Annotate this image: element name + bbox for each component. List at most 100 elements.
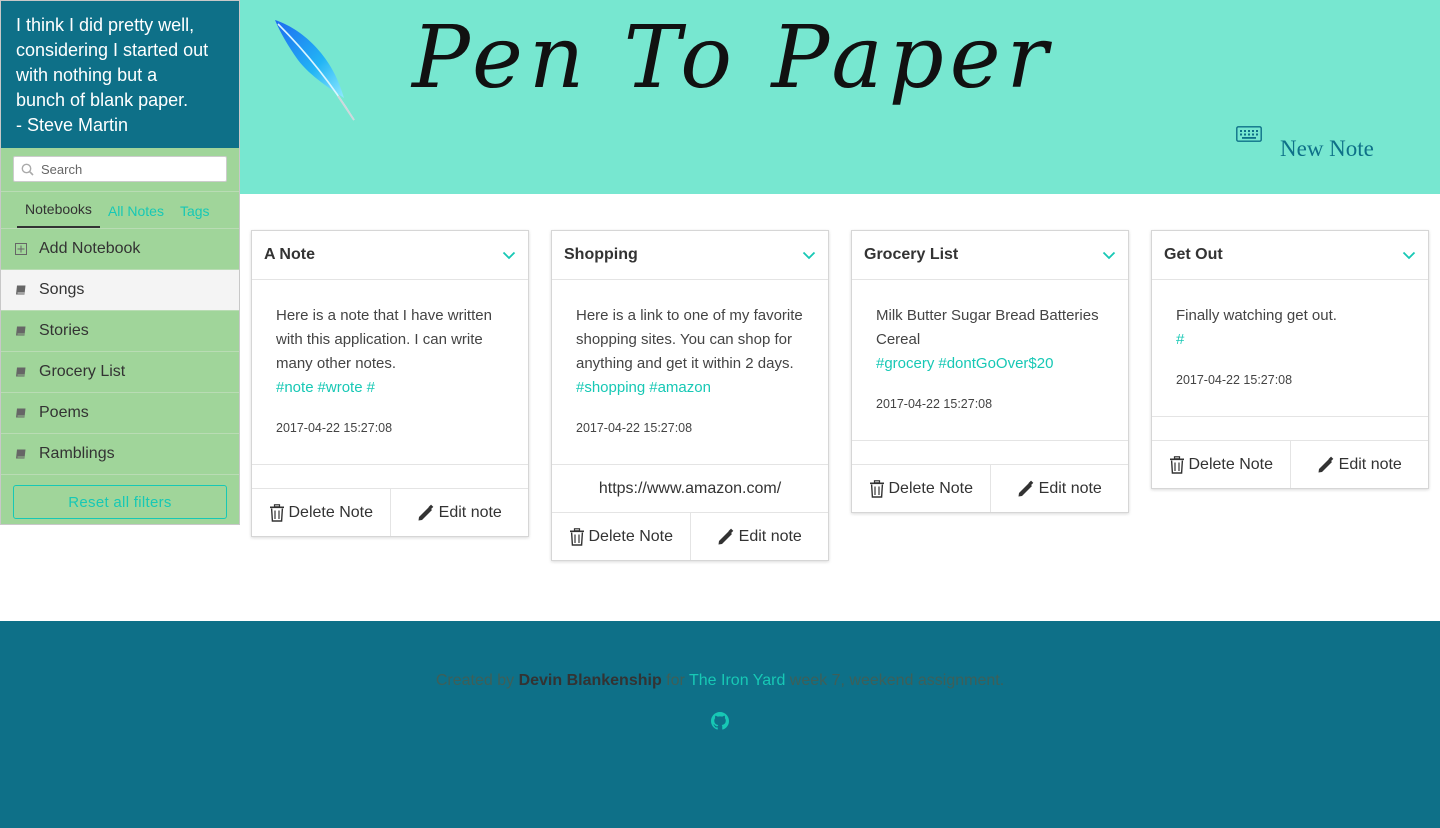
divider — [252, 464, 528, 488]
tab-all-notes[interactable]: All Notes — [100, 203, 172, 228]
new-note-label: New Note — [1280, 136, 1374, 161]
tag-link[interactable]: #wrote — [318, 379, 363, 396]
note-text: Finally watching get out. — [1176, 307, 1337, 324]
edit-note-button[interactable]: Edit note — [689, 513, 829, 560]
search-icon — [21, 163, 34, 176]
note-actions: Delete Note Edit note — [552, 512, 828, 560]
sidebar-item-label: Ramblings — [39, 445, 115, 462]
sidebar-item-label: Poems — [39, 404, 89, 421]
edit-note-label: Edit note — [1038, 479, 1102, 497]
note-tags: #grocery #dontGoOver$20 — [876, 352, 1104, 376]
tag-link[interactable]: #grocery — [876, 355, 934, 372]
credits-prefix: Created by — [435, 672, 519, 689]
delete-note-button[interactable]: Delete Note — [1152, 441, 1290, 488]
note-title: Get Out — [1164, 246, 1223, 263]
add-notebook-label: Add Notebook — [39, 240, 141, 257]
add-notebook-button[interactable]: Add Notebook — [1, 229, 239, 270]
tag-link[interactable]: #amazon — [649, 379, 711, 396]
edit-note-button[interactable]: Edit note — [989, 465, 1129, 512]
quote-author: - Steve Martin — [16, 115, 129, 135]
pencil-icon — [418, 504, 433, 520]
book-icon — [14, 283, 28, 297]
tab-tags[interactable]: Tags — [172, 203, 218, 228]
sidebar-item-poems[interactable]: Poems — [1, 393, 239, 434]
book-icon — [14, 365, 28, 379]
chevron-down-icon[interactable] — [802, 251, 816, 260]
pencil-icon — [1018, 480, 1033, 496]
note-timestamp: 2017-04-22 15:27:08 — [276, 421, 393, 435]
note-actions: Delete Note Edit note — [852, 464, 1128, 512]
note-timestamp: 2017-04-22 15:27:08 — [1176, 373, 1293, 387]
quote-line: I think I did pretty well, — [16, 15, 195, 35]
note-text: Here is a link to one of my favorite sho… — [576, 307, 803, 372]
author-name: Devin Blankenship — [518, 672, 662, 689]
tag-link[interactable]: #shopping — [576, 379, 645, 396]
edit-note-button[interactable]: Edit note — [1289, 441, 1429, 488]
book-icon — [14, 447, 28, 461]
keyboard-icon — [1236, 126, 1262, 142]
delete-note-button[interactable]: Delete Note — [252, 489, 390, 536]
sidebar-item-label: Grocery List — [39, 363, 126, 380]
sidebar-item-stories[interactable]: Stories — [1, 311, 239, 352]
tag-link[interactable]: # — [367, 379, 375, 396]
reset-filters-button[interactable]: Reset all filters — [13, 485, 227, 519]
sidebar-item-ramblings[interactable]: Ramblings — [1, 434, 239, 475]
sidebar-item-songs[interactable]: Songs — [1, 270, 239, 311]
search-input[interactable] — [14, 157, 226, 181]
note-title: Shopping — [564, 246, 638, 263]
delete-note-button[interactable]: Delete Note — [552, 513, 690, 560]
note-header: Get Out — [1152, 231, 1428, 280]
quote-line: bunch of blank paper. — [16, 90, 189, 110]
note-card: A Note Here is a note that I have writte… — [251, 230, 529, 537]
edit-note-button[interactable]: Edit note — [389, 489, 529, 536]
search-area — [1, 148, 239, 192]
chevron-down-icon[interactable] — [1402, 251, 1416, 260]
github-icon[interactable] — [711, 712, 729, 730]
quote: I think I did pretty well, considering I… — [1, 1, 239, 148]
note-tags: # — [1176, 328, 1404, 352]
reset-area: Reset all filters — [1, 475, 239, 529]
new-note-button[interactable]: New Note — [1236, 126, 1374, 162]
tag-link[interactable]: #note — [276, 379, 314, 396]
note-header: Shopping — [552, 231, 828, 280]
note-body: Here is a link to one of my favorite sho… — [552, 280, 828, 464]
book-icon — [14, 406, 28, 420]
note-title: A Note — [264, 246, 315, 263]
plus-square-icon — [14, 242, 28, 256]
sidebar-item-grocery-list[interactable]: Grocery List — [1, 352, 239, 393]
trash-icon — [269, 503, 284, 522]
app-title: Pen To Paper — [412, 8, 1054, 108]
note-card: Grocery List Milk Butter Sugar Bread Bat… — [851, 230, 1129, 513]
sidebar-item-label: Songs — [39, 281, 85, 298]
note-body: Finally watching get out. # 2017-04-22 1… — [1152, 280, 1428, 416]
tab-notebooks[interactable]: Notebooks — [17, 201, 100, 228]
app-header: Pen To Paper New Note — [240, 0, 1440, 194]
note-tags: #shopping #amazon — [576, 376, 804, 400]
note-body: Here is a note that I have written with … — [252, 280, 528, 464]
edit-note-label: Edit note — [1338, 455, 1402, 473]
delete-note-label: Delete Note — [588, 527, 674, 545]
footer: Created by Devin Blankenship for The Iro… — [0, 621, 1440, 828]
delete-note-label: Delete Note — [288, 503, 374, 521]
sidebar: I think I did pretty well, considering I… — [0, 0, 240, 525]
edit-note-label: Edit note — [738, 527, 802, 545]
chevron-down-icon[interactable] — [1102, 251, 1116, 260]
iron-yard-link[interactable]: The Iron Yard — [689, 672, 785, 689]
divider — [1152, 416, 1428, 440]
delete-note-button[interactable]: Delete Note — [852, 465, 990, 512]
note-link[interactable]: https://www.amazon.com/ — [552, 464, 828, 512]
chevron-down-icon[interactable] — [502, 251, 516, 260]
note-actions: Delete Note Edit note — [252, 488, 528, 536]
tag-link[interactable]: # — [1176, 331, 1184, 348]
trash-icon — [569, 527, 584, 546]
quote-line: with nothing but a — [16, 65, 158, 85]
credits-middle: for — [661, 672, 689, 689]
edit-note-label: Edit note — [438, 503, 502, 521]
note-header: A Note — [252, 231, 528, 280]
tag-link[interactable]: #dontGoOver$20 — [938, 355, 1053, 372]
pencil-icon — [718, 528, 733, 544]
note-card: Get Out Finally watching get out. # 2017… — [1151, 230, 1429, 489]
note-body: Milk Butter Sugar Bread Batteries Cereal… — [852, 280, 1128, 440]
search-box — [13, 156, 227, 182]
note-card: Shopping Here is a link to one of my fav… — [551, 230, 829, 561]
